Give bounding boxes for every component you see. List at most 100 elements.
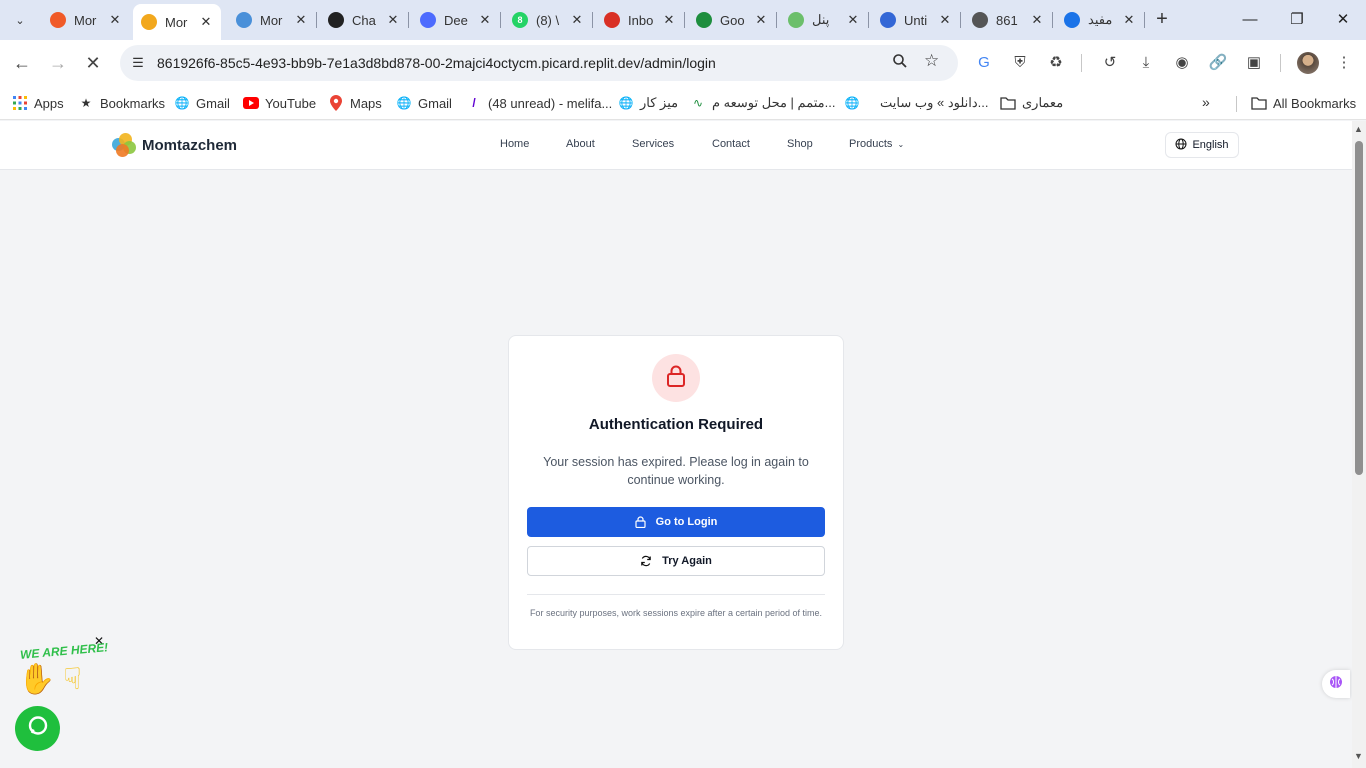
bookmark-folder-architecture[interactable]: معماری [1000, 92, 1063, 114]
chat-launcher-button[interactable] [15, 706, 60, 751]
scrollbar-thumb[interactable] [1355, 141, 1363, 475]
close-icon[interactable]: ✕ [476, 12, 494, 28]
tab-title: Mor [260, 12, 283, 28]
nav-home[interactable]: Home [500, 138, 529, 150]
app-icon [1064, 12, 1080, 28]
folder-icon [1000, 95, 1016, 111]
page-scrollbar[interactable]: ▲ ▼ [1352, 121, 1366, 768]
new-tab-plus-icon[interactable]: + [1150, 8, 1174, 32]
shield-icon[interactable]: ⛨ [1008, 51, 1032, 75]
bookmark-star-icon[interactable]: ☆ [924, 51, 944, 73]
auth-title: Authentication Required [588, 416, 764, 433]
browser-tab[interactable]: Mor ✕ [42, 6, 130, 34]
link-icon[interactable]: 🔗 [1206, 51, 1230, 75]
close-icon[interactable]: ✕ [384, 12, 402, 28]
google-translate-icon[interactable]: G [972, 51, 996, 75]
tab-title: Dee [444, 12, 468, 28]
close-icon[interactable]: ✕ [1028, 12, 1046, 28]
momtazchem-icon [141, 14, 157, 30]
browser-tab[interactable]: Unti ✕ [872, 6, 960, 34]
stop-loading-icon[interactable]: ✕ [81, 51, 105, 75]
bookmark-yahoo[interactable]: / (48 unread) - melifa... [466, 92, 612, 114]
restore-icon[interactable]: ❐ [1285, 8, 1309, 32]
browser-tab[interactable]: پنل ✕ [780, 6, 868, 34]
forward-arrow-icon[interactable]: → [46, 51, 70, 75]
tab-title: Goo [720, 12, 745, 28]
browser-tab[interactable]: 861 ✕ [964, 6, 1052, 34]
close-icon[interactable]: ✕ [292, 12, 310, 28]
globe-icon [972, 12, 988, 28]
bookmark-workspace[interactable]: 🌐 میز کار [618, 92, 679, 114]
nav-services[interactable]: Services [632, 138, 674, 150]
bookmark-label: (48 unread) - melifa... [488, 95, 613, 111]
nav-shop[interactable]: Shop [787, 138, 813, 150]
browser-tab-active[interactable]: Mor ✕ [133, 4, 221, 40]
window-close-icon[interactable]: ✕ [1331, 8, 1355, 32]
history-icon[interactable]: ↺ [1098, 51, 1122, 75]
language-selector[interactable]: English [1165, 132, 1239, 158]
scroll-up-arrow-icon[interactable]: ▲ [1354, 124, 1363, 134]
close-icon[interactable]: ✕ [197, 14, 215, 30]
close-icon[interactable]: ✕ [568, 12, 586, 28]
all-bookmarks-folder[interactable]: All Bookmarks [1251, 92, 1356, 114]
tab-separator [1144, 12, 1145, 28]
try-again-button[interactable]: Try Again [527, 546, 825, 576]
close-icon[interactable]: ✕ [1120, 12, 1138, 28]
bookmark-label: متمم | محل توسعه م... [712, 95, 836, 110]
site-info-icon[interactable]: ☰ [128, 53, 148, 73]
minimize-icon[interactable]: — [1238, 8, 1262, 32]
language-label: English [1192, 139, 1229, 151]
close-icon[interactable]: ✕ [660, 12, 678, 28]
back-arrow-icon[interactable]: ← [10, 51, 34, 75]
extensions-puzzle-icon[interactable]: ♻ [1044, 51, 1068, 75]
browser-tab[interactable]: Inbo ✕ [596, 6, 684, 34]
zoom-magnifier-icon[interactable] [892, 53, 912, 73]
we-are-here-banner: ✕ WE ARE HERE! ✋☟ [14, 634, 114, 706]
brand-logo[interactable]: Momtazchem [112, 133, 237, 157]
bookmark-download[interactable]: 🌐 دانلود » وب سایت... [844, 92, 989, 114]
more-bookmarks-chevron-icon[interactable]: » [1202, 94, 1210, 110]
bookmark-bookmarks[interactable]: ★ Bookmarks [78, 92, 165, 114]
browser-tab[interactable]: Goo ✕ [688, 6, 776, 34]
profile-avatar[interactable] [1297, 52, 1319, 74]
tab-separator [776, 12, 777, 28]
browser-tab[interactable]: 8 (8) \ ✕ [504, 6, 592, 34]
we-are-here-text: WE ARE HERE! [19, 640, 109, 662]
browser-tab[interactable]: Dee ✕ [412, 6, 500, 34]
close-icon[interactable]: ✕ [844, 12, 862, 28]
nav-products[interactable]: Products ⌄ [849, 138, 904, 150]
nav-about[interactable]: About [566, 138, 595, 150]
browser-tab[interactable]: Cha ✕ [320, 6, 408, 34]
bookmark-gmail[interactable]: 🌐 Gmail [174, 92, 230, 114]
url-text[interactable]: 861926f6-85c5-4e93-bb9b-7e1a3d8bd878-00-… [157, 55, 716, 71]
tab-search-chevron-icon[interactable]: ⌄ [8, 8, 32, 32]
side-ai-widget[interactable] [1322, 670, 1350, 698]
close-icon[interactable]: ✕ [936, 12, 954, 28]
globe-icon [1175, 138, 1187, 153]
close-icon[interactable]: ✕ [106, 12, 124, 28]
close-icon[interactable]: ✕ [752, 12, 770, 28]
whatsapp-icon: 8 [512, 12, 528, 28]
screenshot-camera-icon[interactable]: ◉ [1170, 51, 1194, 75]
bookmark-motamem[interactable]: ∿ متمم | محل توسعه م... [690, 92, 835, 114]
browser-tab[interactable]: مفید ✕ [1056, 6, 1144, 34]
tab-separator [684, 12, 685, 28]
folder-icon [1251, 95, 1267, 111]
tab-title: (8) \ [536, 12, 560, 28]
star-icon: ★ [80, 96, 92, 110]
menu-kebab-icon[interactable]: ⋮ [1332, 51, 1356, 75]
nav-contact[interactable]: Contact [712, 138, 750, 150]
download-icon[interactable]: ⤓ [1134, 51, 1158, 75]
try-again-label: Try Again [662, 555, 712, 567]
address-bar[interactable]: ☰ 861926f6-85c5-4e93-bb9b-7e1a3d8bd878-0… [120, 45, 958, 81]
bookmark-gmail[interactable]: 🌐 Gmail [396, 92, 452, 114]
devices-icon[interactable]: ▣ [1242, 51, 1266, 75]
scroll-down-arrow-icon[interactable]: ▼ [1354, 751, 1363, 761]
browser-tab[interactable]: Mor ✕ [228, 6, 316, 34]
toolbar-separator [1280, 54, 1281, 72]
bookmark-apps[interactable]: Apps [12, 92, 64, 114]
bookmark-maps[interactable]: Maps [328, 92, 382, 114]
bookmark-youtube[interactable]: YouTube [243, 92, 316, 114]
go-to-login-button[interactable]: Go to Login [527, 507, 825, 537]
momtazchem-logo-icon [112, 133, 136, 157]
